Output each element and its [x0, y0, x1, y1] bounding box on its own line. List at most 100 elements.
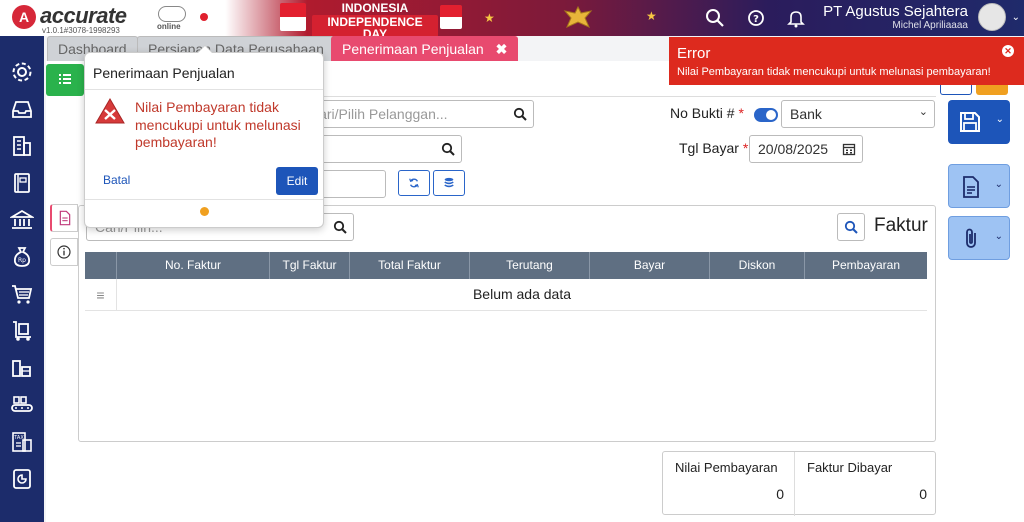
- flag-icon: [280, 3, 306, 31]
- tgl-bayar-input[interactable]: 20/08/2025: [749, 135, 863, 163]
- table-header-cell[interactable]: Terutang: [470, 252, 590, 279]
- paperclip-icon: [966, 228, 976, 248]
- dolly-icon[interactable]: [10, 319, 34, 343]
- bank-icon[interactable]: [8, 208, 36, 232]
- tab-info[interactable]: [50, 238, 78, 266]
- nilai-pembayaran-value: 0: [776, 486, 784, 502]
- cloud-label: online: [157, 22, 181, 31]
- database-button[interactable]: [433, 170, 465, 196]
- faktur-dibayar-value: 0: [919, 486, 927, 502]
- search-icon[interactable]: [513, 107, 527, 121]
- customer-input[interactable]: Cari/Pilih Pelanggan...: [300, 100, 534, 128]
- calendar-icon[interactable]: [842, 142, 856, 156]
- gear-icon[interactable]: [10, 60, 34, 84]
- auto-number-toggle[interactable]: [754, 108, 778, 122]
- search-icon[interactable]: [333, 220, 347, 234]
- faktur-table-header: No. Faktur Tgl Faktur Total Faktur Terut…: [85, 252, 927, 279]
- user-name: Michel Apriliaaaa: [892, 20, 968, 31]
- company-info[interactable]: PT Agustus Sejahtera Michel Apriliaaaa: [823, 3, 968, 31]
- no-bukti-select[interactable]: Bank ⌄: [781, 100, 935, 128]
- table-header-cell[interactable]: Bayar: [590, 252, 710, 279]
- independence-banner: INDONESIA INDEPENDENCE DAY ★ ★: [236, 1, 696, 41]
- search-icon: [844, 220, 858, 234]
- faktur-dibayar: Faktur Dibayar 0: [795, 452, 937, 516]
- popover-message: Nilai Pembayaran tidak mencukupi untuk m…: [135, 99, 301, 150]
- flag-icon: [440, 5, 462, 29]
- save-button[interactable]: ⌄: [948, 100, 1010, 144]
- popover-title: Penerimaan Penjualan: [93, 65, 235, 81]
- conveyor-icon[interactable]: [10, 393, 34, 417]
- close-icon[interactable]: ✖: [496, 41, 508, 57]
- chevron-down-icon[interactable]: ⌄: [995, 231, 1003, 242]
- report-icon[interactable]: [10, 467, 34, 491]
- tgl-bayar-value: 20/08/2025: [758, 141, 829, 157]
- table-header-cell[interactable]: No. Faktur: [117, 252, 270, 279]
- faktur-title: Faktur: [874, 215, 928, 236]
- chevron-down-icon[interactable]: ⌄: [996, 114, 1004, 125]
- inbox-icon[interactable]: [10, 97, 34, 121]
- tab-penerimaan-penjualan[interactable]: Penerimaan Penjualan ✖: [331, 36, 519, 61]
- chevron-down-icon[interactable]: ⌄: [1012, 12, 1020, 23]
- svg-text:Rp: Rp: [18, 257, 26, 264]
- drag-handle-icon[interactable]: ≡: [85, 279, 117, 311]
- table-row: ≡ Belum ada data: [85, 279, 927, 311]
- toast-message: Nilai Pembayaran tidak mencukupi untuk m…: [677, 66, 991, 78]
- version-label: v1.0.1#3078-1998293: [42, 26, 120, 35]
- table-header-cell[interactable]: Pembayaran: [805, 252, 927, 279]
- tab-detail-faktur[interactable]: [50, 204, 78, 232]
- table-header-cell[interactable]: Diskon: [710, 252, 805, 279]
- nilai-pembayaran-label: Nilai Pembayaran: [675, 460, 778, 475]
- document-icon: [963, 176, 979, 198]
- toast-title: Error: [677, 45, 711, 62]
- divider: [85, 199, 323, 200]
- faktur-dibayar-label: Faktur Dibayar: [807, 460, 893, 475]
- bell-icon[interactable]: [786, 8, 806, 28]
- svg-text:?: ?: [753, 14, 759, 25]
- top-bar: A accurate v1.0.1#3078-1998293 online IN…: [0, 0, 1024, 41]
- money-bag-icon[interactable]: Rp: [10, 245, 34, 269]
- table-header-cell[interactable]: Tgl Faktur: [270, 252, 350, 279]
- database-icon: [444, 177, 454, 188]
- secondary-button[interactable]: [940, 85, 972, 95]
- company-name: PT Agustus Sejahtera: [823, 3, 968, 20]
- help-icon[interactable]: ?: [746, 8, 766, 28]
- nilai-pembayaran: Nilai Pembayaran 0: [663, 452, 795, 516]
- avatar[interactable]: [978, 3, 1006, 31]
- refresh-button[interactable]: [398, 170, 430, 196]
- table-header-cell[interactable]: Total Faktur: [350, 252, 470, 279]
- cancel-button[interactable]: Batal: [103, 173, 130, 187]
- document-button[interactable]: ⌄: [948, 164, 1010, 208]
- notification-dot: [200, 13, 208, 21]
- customer-placeholder: Cari/Pilih Pelanggan...: [309, 106, 448, 122]
- no-bukti-value: Bank: [790, 106, 822, 122]
- table-header-handle: [85, 252, 117, 279]
- list-button[interactable]: [46, 64, 84, 96]
- search-icon[interactable]: [705, 8, 725, 28]
- book-icon[interactable]: [10, 171, 34, 195]
- error-popover: Penerimaan Penjualan Nilai Pembayaran ti…: [84, 45, 324, 228]
- star-icon: ★: [484, 11, 495, 25]
- tertiary-button[interactable]: [976, 85, 1008, 95]
- building-icon[interactable]: [10, 134, 34, 158]
- app-logo[interactable]: A accurate v1.0.1#3078-1998293 online: [12, 3, 192, 35]
- empty-message: Belum ada data: [472, 286, 572, 302]
- info-icon: [57, 245, 71, 259]
- no-bukti-label: No Bukti # *: [670, 105, 744, 121]
- faktur-search-button[interactable]: [837, 213, 865, 241]
- warehouse-icon[interactable]: [10, 356, 34, 380]
- close-icon[interactable]: ✕: [1002, 45, 1014, 57]
- cloud-icon: [158, 6, 186, 22]
- logo-mark: A: [12, 5, 36, 29]
- chevron-down-icon[interactable]: ⌄: [995, 179, 1003, 190]
- search-icon[interactable]: [441, 142, 455, 156]
- divider: [85, 89, 323, 90]
- edit-button[interactable]: Edit: [276, 167, 318, 195]
- bank-account-input[interactable]: [300, 135, 462, 163]
- attachment-button[interactable]: ⌄: [948, 216, 1010, 260]
- refresh-icon: [409, 178, 419, 188]
- cart-icon[interactable]: [10, 282, 34, 306]
- no-bukti-text: No Bukti #: [670, 105, 735, 121]
- tgl-bayar-label: Tgl Bayar *: [679, 140, 748, 156]
- save-icon: [960, 112, 980, 132]
- tax-icon[interactable]: TAX: [10, 430, 34, 454]
